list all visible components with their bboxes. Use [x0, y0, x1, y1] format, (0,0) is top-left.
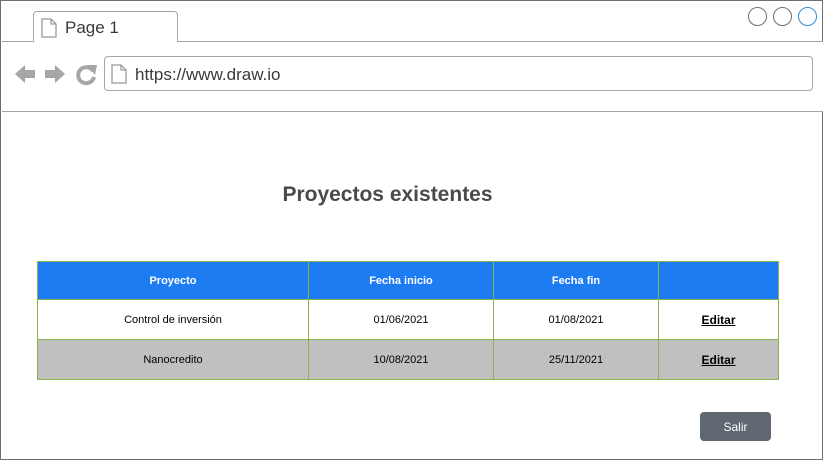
page-title: Proyectos existentes [282, 183, 493, 206]
header-proyecto: Proyecto [37, 261, 309, 300]
edit-link[interactable]: Editar [701, 313, 735, 327]
browser-window: Page 1 https://www.draw.io Proyectos exi… [0, 0, 823, 460]
back-arrow-icon[interactable] [13, 62, 37, 91]
tab-page-1[interactable]: Page 1 [33, 11, 178, 42]
cell-proyecto: Control de inversión [37, 299, 309, 340]
close-button[interactable] [798, 7, 817, 26]
exit-button[interactable]: Salir [700, 412, 771, 441]
header-fecha-inicio: Fecha inicio [308, 261, 494, 300]
browser-toolbar: https://www.draw.io [2, 42, 823, 112]
url-text[interactable]: https://www.draw.io [135, 65, 281, 85]
cell-action: Editar [658, 299, 779, 340]
table-header-row: Proyecto Fecha inicio Fecha fin [37, 261, 779, 300]
cell-fecha-inicio: 10/08/2021 [308, 339, 494, 380]
header-actions [658, 261, 779, 300]
address-bar[interactable]: https://www.draw.io [104, 56, 813, 91]
projects-table: Proyecto Fecha inicio Fecha fin Control … [37, 261, 779, 380]
cell-fecha-fin: 01/08/2021 [493, 299, 659, 340]
tab-label: Page 1 [65, 18, 119, 37]
forward-arrow-icon[interactable] [43, 62, 67, 91]
page-icon [111, 64, 127, 89]
minimize-button[interactable] [748, 7, 767, 26]
tab-bar: Page 1 [1, 1, 823, 42]
cell-action: Editar [658, 339, 779, 380]
maximize-button[interactable] [773, 7, 792, 26]
edit-link[interactable]: Editar [701, 353, 735, 367]
table-row: Nanocredito 10/08/2021 25/11/2021 Editar [37, 339, 779, 380]
table-row: Control de inversión 01/06/2021 01/08/20… [37, 299, 779, 340]
header-fecha-fin: Fecha fin [493, 261, 659, 300]
document-icon [41, 18, 57, 43]
cell-proyecto: Nanocredito [37, 339, 309, 380]
cell-fecha-inicio: 01/06/2021 [308, 299, 494, 340]
cell-fecha-fin: 25/11/2021 [493, 339, 659, 380]
reload-icon[interactable] [74, 62, 98, 91]
